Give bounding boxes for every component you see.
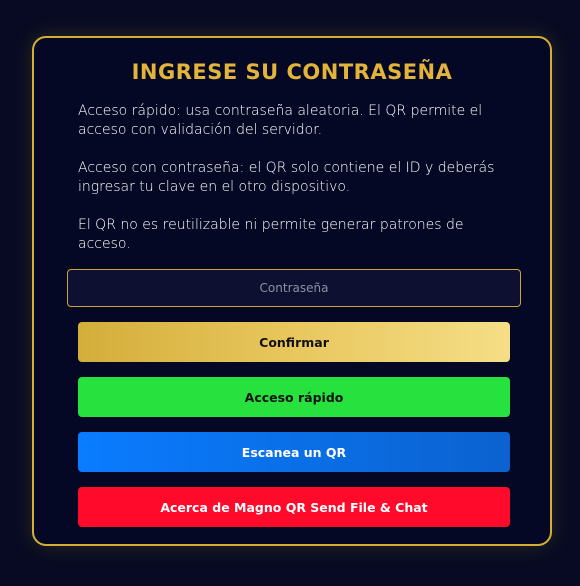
- quick-access-description: Acceso rápido: usa contraseña aleatoria.…: [78, 103, 483, 138]
- qr-security-description: El QR no es reutilizable ni permite gene…: [78, 217, 464, 252]
- scan-qr-button[interactable]: Escanea un QR: [78, 432, 510, 472]
- password-input[interactable]: [67, 269, 521, 307]
- password-dialog: INGRESE SU CONTRASEÑA Acceso rápido: usa…: [32, 36, 552, 546]
- confirm-button[interactable]: Confirmar: [78, 322, 510, 362]
- page: INGRESE SU CONTRASEÑA Acceso rápido: usa…: [0, 0, 580, 586]
- quick-access-button[interactable]: Acceso rápido: [78, 377, 510, 417]
- password-access-description: Acceso con contraseña: el QR solo contie…: [78, 160, 495, 195]
- about-button[interactable]: Acerca de Magno QR Send File & Chat: [78, 487, 510, 527]
- dialog-title: INGRESE SU CONTRASEÑA: [131, 60, 453, 84]
